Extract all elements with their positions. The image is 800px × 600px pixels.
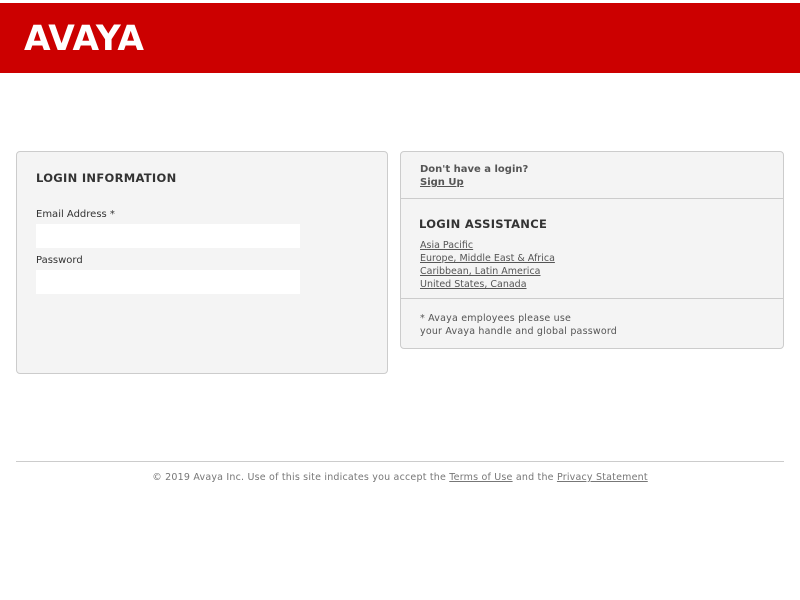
region-link-emea[interactable]: Europe, Middle East & Africa: [420, 253, 555, 264]
privacy-statement-link[interactable]: Privacy Statement: [557, 472, 648, 483]
footer-divider: [16, 461, 784, 462]
footer-and: and the: [515, 472, 554, 483]
login-assistance-title: LOGIN ASSISTANCE: [419, 217, 548, 231]
section-divider: [401, 298, 783, 299]
region-link-caribbean-latin-america[interactable]: Caribbean, Latin America: [420, 266, 541, 277]
login-assistance-panel: Don't have a login? Sign Up LOGIN ASSIST…: [400, 151, 784, 349]
header-bar: AVAYA: [0, 3, 800, 73]
employee-note-line-2: your Avaya handle and global password: [420, 326, 618, 337]
email-address-label: Email Address *: [36, 209, 115, 220]
avaya-logo: AVAYA: [24, 19, 144, 59]
signup-section: Don't have a login? Sign Up: [401, 152, 783, 198]
password-label: Password: [36, 255, 83, 266]
signup-link[interactable]: Sign Up: [420, 177, 464, 188]
region-link-us-canada[interactable]: United States, Canada: [420, 279, 527, 290]
employee-note-line-1: * Avaya employees please use: [420, 313, 572, 324]
section-divider: [401, 198, 783, 199]
svg-text:AVAYA: AVAYA: [24, 19, 144, 59]
login-information-panel: LOGIN INFORMATION Email Address * Passwo…: [16, 151, 388, 374]
password-input[interactable]: [36, 270, 300, 294]
terms-of-use-link[interactable]: Terms of Use: [449, 472, 512, 483]
footer-text: © 2019 Avaya Inc. Use of this site indic…: [0, 472, 800, 483]
signup-question: Don't have a login?: [420, 164, 529, 175]
email-address-input[interactable]: [36, 224, 300, 248]
region-link-asia-pacific[interactable]: Asia Pacific: [420, 240, 473, 251]
footer-copyright: © 2019 Avaya Inc. Use of this site indic…: [152, 472, 447, 483]
login-information-title: LOGIN INFORMATION: [36, 171, 177, 185]
